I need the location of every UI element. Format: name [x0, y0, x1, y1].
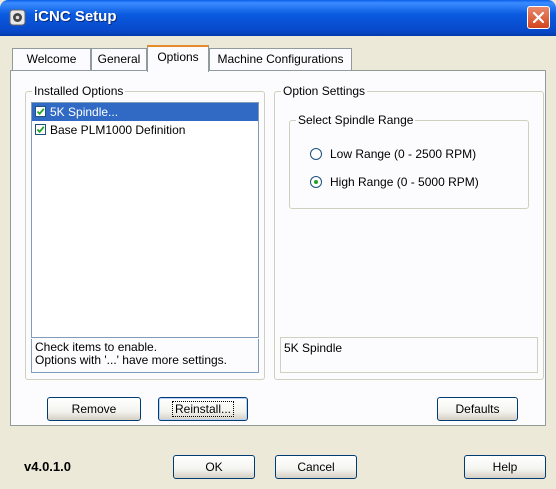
tab-options[interactable]: Options	[147, 45, 209, 72]
option-settings-title: Option Settings	[281, 84, 368, 98]
app-icon	[9, 9, 26, 26]
tab-machine-configurations[interactable]: Machine Configurations	[209, 48, 352, 70]
tab-welcome[interactable]: Welcome	[12, 48, 91, 70]
radio-low-range-label[interactable]: Low Range (0 - 2500 RPM)	[330, 147, 476, 161]
installed-options-hint: Check items to enable. Options with '...…	[31, 339, 259, 373]
close-button[interactable]	[527, 6, 550, 29]
setup-window: iCNC Setup Welcome General Options Machi…	[0, 0, 556, 489]
checkmark-icon	[36, 108, 45, 116]
title-bar[interactable]: iCNC Setup	[0, 0, 556, 36]
remove-button[interactable]: Remove	[47, 397, 141, 421]
list-item-label: 5K Spindle...	[50, 105, 119, 119]
checkbox-5k-spindle[interactable]	[35, 106, 46, 117]
reinstall-button[interactable]: Reinstall...	[158, 397, 248, 421]
radio-low-range[interactable]	[310, 148, 322, 160]
defaults-button[interactable]: Defaults	[437, 397, 518, 421]
spindle-range-group: Select Spindle Range	[289, 113, 529, 209]
checkmark-icon	[36, 126, 45, 134]
version-label: v4.0.1.0	[24, 459, 71, 474]
installed-options-title: Installed Options	[32, 84, 126, 98]
radio-high-range[interactable]	[310, 176, 322, 188]
close-icon	[532, 11, 545, 24]
reinstall-label: Reinstall...	[171, 401, 235, 417]
list-item-label: Base PLM1000 Definition	[50, 123, 186, 137]
list-item-5k-spindle[interactable]: 5K Spindle...	[32, 103, 258, 121]
option-description: 5K Spindle	[280, 337, 538, 373]
window-title: iCNC Setup	[34, 8, 117, 25]
spindle-range-title: Select Spindle Range	[296, 113, 416, 127]
ok-button[interactable]: OK	[173, 455, 255, 479]
help-button[interactable]: Help	[464, 455, 546, 479]
cancel-button[interactable]: Cancel	[275, 455, 357, 479]
installed-options-list[interactable]: 5K Spindle... Base PLM1000 Definition	[31, 102, 259, 338]
tab-general[interactable]: General	[91, 48, 147, 70]
checkbox-base-plm1000[interactable]	[35, 124, 46, 135]
radio-high-range-label[interactable]: High Range (0 - 5000 RPM)	[330, 175, 479, 189]
hint-line-2: Options with '...' have more settings.	[35, 353, 227, 367]
radio-selected-dot	[314, 180, 318, 184]
list-item-base-plm1000[interactable]: Base PLM1000 Definition	[32, 121, 258, 139]
